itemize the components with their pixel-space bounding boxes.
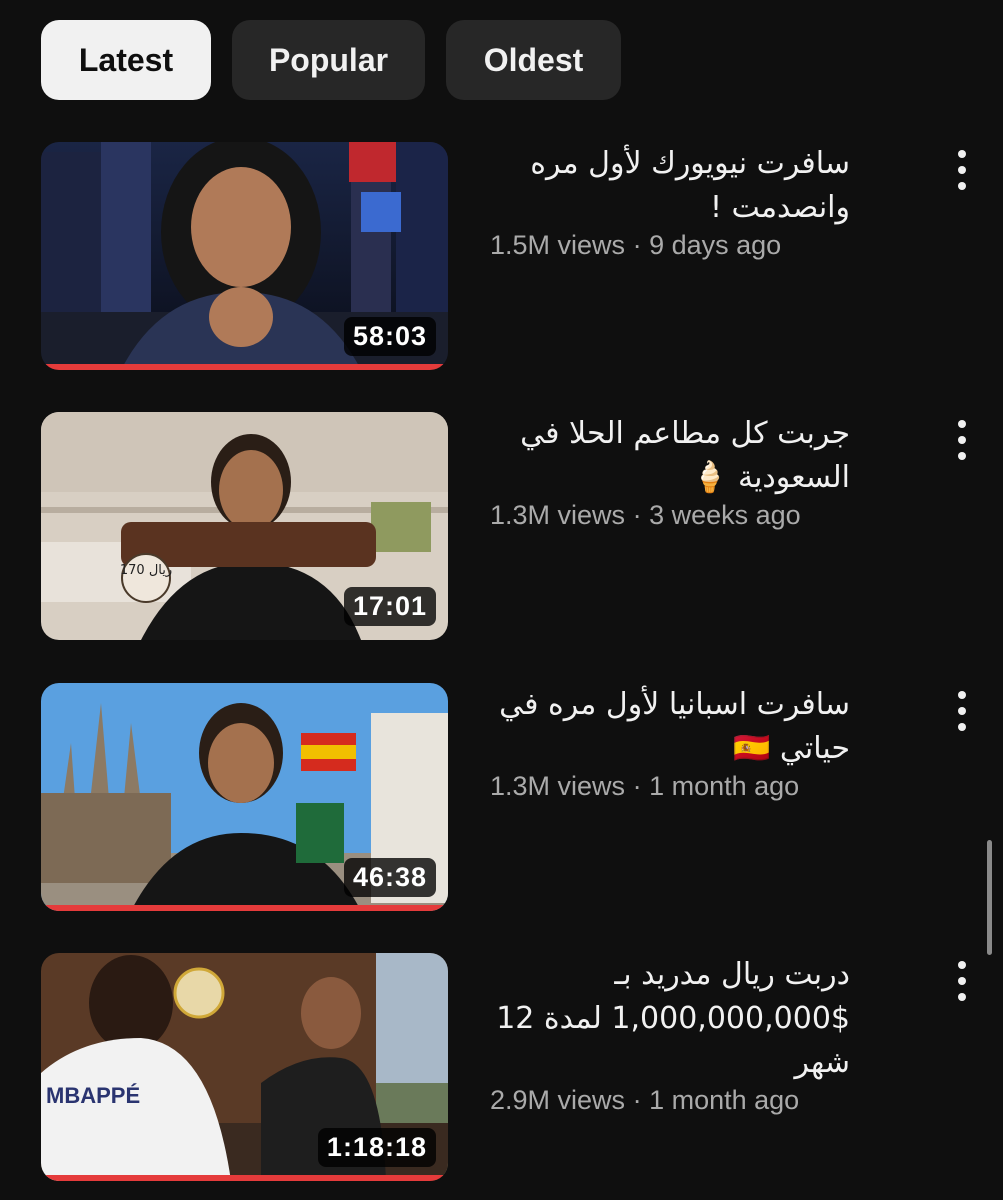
upload-age: 1 month ago [649,771,800,801]
watch-progress-bar [41,364,448,370]
video-title[interactable]: جربت كل مطاعم الحلا في السعودية 🍦 [490,412,850,500]
video-duration: 1:18:18 [317,1128,436,1167]
scrollbar[interactable] [987,840,992,955]
chip-popular[interactable]: Popular [232,20,425,100]
separator: · [632,230,642,260]
video-title[interactable]: سافرت نيويورك لأول مره وانصدمت ! [490,142,850,230]
price-tag: 170 ريال [120,563,172,578]
video-item[interactable]: 46:38 سافرت اسبانيا لأول مره في حياتي 🇪🇸… [0,683,1003,913]
chip-oldest[interactable]: Oldest [446,20,621,100]
video-title[interactable]: دربت ريال مدريد بـ $1,000,000,000 لمدة 1… [490,953,850,1085]
jersey-name: MBAPPÉ [46,1083,140,1108]
watch-progress-bar [41,905,448,911]
video-item[interactable]: MBAPPÉ 1:18:18 دربت ريال مدريد بـ $1,000… [0,953,1003,1183]
separator: · [632,771,642,801]
upload-age: 3 weeks ago [649,500,801,530]
chip-latest[interactable]: Latest [41,20,211,100]
view-count: 2.9M views [490,1085,626,1115]
video-thumbnail[interactable]: 170 ريال 17:01 [41,412,448,640]
video-duration: 58:03 [343,317,436,356]
video-duration: 46:38 [343,858,436,897]
more-options-icon[interactable] [948,420,976,460]
video-title[interactable]: سافرت اسبانيا لأول مره في حياتي 🇪🇸 [490,683,850,771]
more-options-icon[interactable] [948,150,976,190]
video-stats: 1.3M views · 3 weeks ago [490,500,890,531]
video-item[interactable]: 58:03 سافرت نيويورك لأول مره وانصدمت ! 1… [0,142,1003,372]
view-count: 1.3M views [490,500,626,530]
watch-progress-bar [41,1175,448,1181]
upload-age: 1 month ago [649,1085,800,1115]
video-thumbnail[interactable]: MBAPPÉ 1:18:18 [41,953,448,1181]
video-item[interactable]: 170 ريال 17:01 جربت كل مطاعم الحلا في ال… [0,412,1003,642]
video-stats: 1.3M views · 1 month ago [490,771,890,802]
separator: · [632,1085,642,1115]
filter-chips: Latest Popular Oldest [41,20,621,100]
video-thumbnail[interactable]: 58:03 [41,142,448,370]
video-stats: 1.5M views · 9 days ago [490,230,890,261]
separator: · [632,500,642,530]
upload-age: 9 days ago [649,230,782,260]
more-options-icon[interactable] [948,691,976,731]
view-count: 1.5M views [490,230,626,260]
more-options-icon[interactable] [948,961,976,1001]
video-duration: 17:01 [343,587,436,626]
video-stats: 2.9M views · 1 month ago [490,1085,890,1116]
video-thumbnail[interactable]: 46:38 [41,683,448,911]
view-count: 1.3M views [490,771,626,801]
